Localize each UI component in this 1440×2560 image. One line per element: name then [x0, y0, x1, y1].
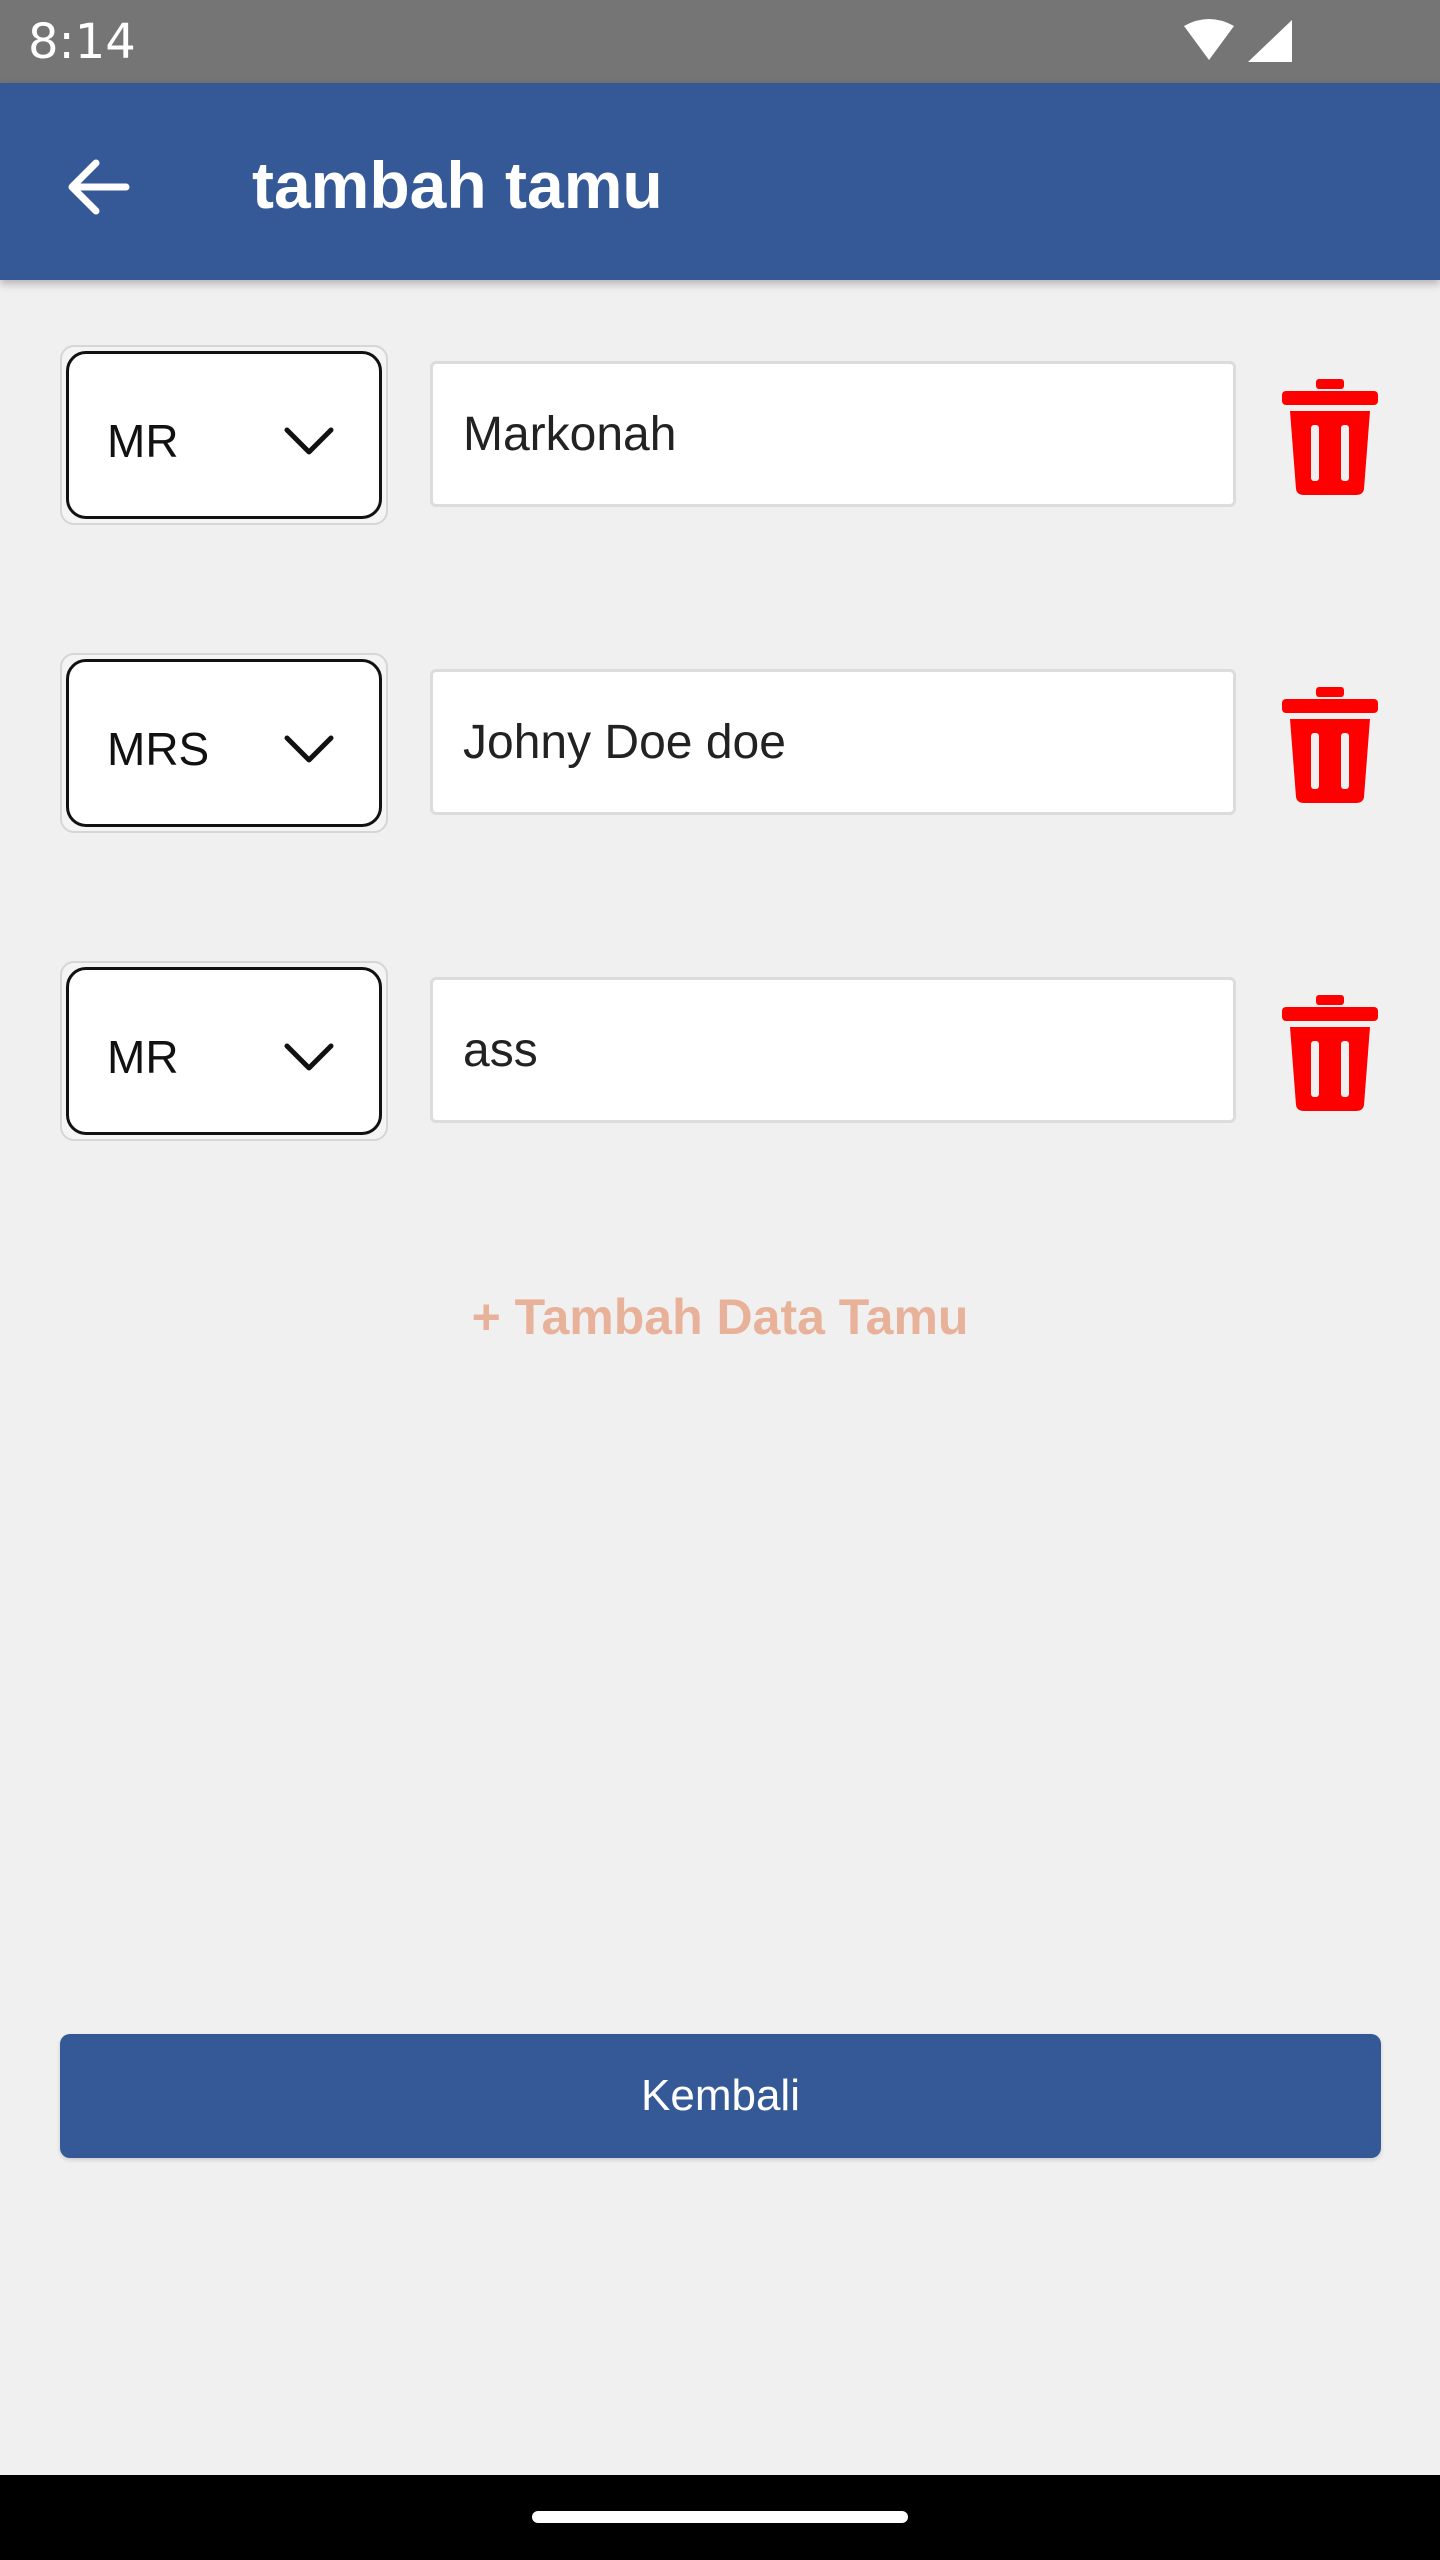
title-select[interactable]: MRS: [60, 653, 388, 833]
title-select-value: MR: [107, 1031, 179, 1083]
title-select-value: MRS: [107, 723, 210, 775]
title-select-value: MR: [107, 415, 179, 467]
title-select-box: MR: [66, 967, 382, 1135]
kembali-button[interactable]: Kembali: [60, 2034, 1381, 2158]
trash-icon[interactable]: [1280, 995, 1380, 1111]
title-select[interactable]: MR: [60, 345, 388, 525]
title-select-box: MRS: [66, 659, 382, 827]
wifi-icon: [1184, 19, 1234, 60]
page-title: tambah tamu: [252, 148, 663, 222]
navigation-bar: [0, 2475, 1440, 2560]
guest-row: MRS: [0, 653, 1440, 833]
chevron-down-icon: [284, 427, 334, 455]
guest-name-input[interactable]: [430, 669, 1236, 815]
signal-icon: [1248, 20, 1292, 62]
app-bar: tambah tamu: [0, 83, 1440, 280]
title-select-box: MR: [66, 351, 382, 519]
status-time: 8:14: [28, 14, 136, 70]
status-icons: [1184, 19, 1292, 62]
home-handle[interactable]: [532, 2511, 908, 2523]
trash-icon[interactable]: [1280, 379, 1380, 495]
arrow-left-icon: [68, 159, 130, 215]
guest-name-input[interactable]: [430, 977, 1236, 1123]
guest-row: MR: [0, 345, 1440, 525]
trash-icon[interactable]: [1280, 687, 1380, 803]
status-bar: 8:14: [0, 0, 1440, 83]
back-button[interactable]: [50, 139, 146, 235]
guest-row: MR: [0, 961, 1440, 1141]
chevron-down-icon: [284, 1043, 334, 1071]
guest-name-input[interactable]: [430, 361, 1236, 507]
title-select[interactable]: MR: [60, 961, 388, 1141]
screen: 8:14 tambah tamu MR Markonah MRS Johny D…: [0, 0, 1440, 2560]
chevron-down-icon: [284, 735, 334, 763]
add-guest-button[interactable]: + Tambah Data Tamu: [0, 1285, 1440, 1349]
